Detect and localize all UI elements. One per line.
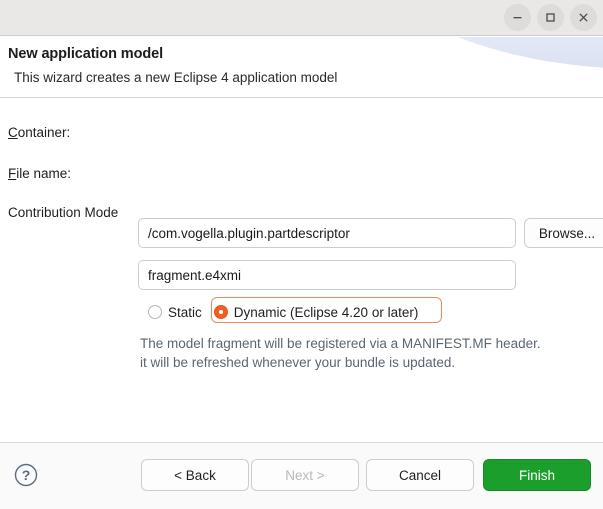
help-button[interactable]: ?: [13, 462, 39, 488]
wizard-header: New application model This wizard create…: [0, 37, 603, 98]
radio-circle-icon: [148, 305, 162, 319]
file-name-input[interactable]: [138, 260, 516, 290]
back-button[interactable]: < Back: [141, 459, 249, 491]
radio-label-static: Static: [168, 304, 202, 320]
container-label: Container:: [8, 125, 71, 140]
cancel-button[interactable]: Cancel: [366, 459, 474, 491]
finish-button[interactable]: Finish: [483, 459, 591, 491]
container-input[interactable]: [138, 218, 516, 248]
contribution-mode-label: Contribution Mode: [8, 205, 119, 220]
maximize-button[interactable]: [537, 4, 564, 31]
contribution-mode-radio-group: Static Dynamic (Eclipse 4.20 or later): [148, 301, 418, 323]
minimize-button[interactable]: [504, 4, 531, 31]
header-banner-decoration: [343, 37, 603, 69]
title-bar: [0, 0, 603, 36]
file-name-label: File name:: [8, 166, 72, 181]
page-title: New application model: [8, 46, 164, 62]
browse-button[interactable]: Browse...: [524, 218, 603, 248]
page-description: This wizard creates a new Eclipse 4 appl…: [14, 70, 338, 85]
radio-circle-selected-icon: [213, 305, 228, 319]
next-button[interactable]: Next >: [251, 459, 359, 491]
minimize-icon: [513, 17, 522, 19]
radio-option-dynamic[interactable]: Dynamic (Eclipse 4.20 or later): [213, 301, 419, 323]
wizard-body: Container: Browse... File name: Contribu…: [0, 98, 603, 442]
close-button[interactable]: [570, 4, 597, 31]
radio-label-dynamic: Dynamic (Eclipse 4.20 or later): [233, 304, 419, 320]
window-controls: [504, 4, 597, 31]
maximize-icon: [546, 13, 555, 22]
help-glyph: ?: [22, 467, 31, 483]
contribution-mode-hint: The model fragment will be registered vi…: [140, 336, 541, 370]
wizard-dialog-window: New application model This wizard create…: [0, 0, 603, 509]
close-icon: [579, 13, 588, 22]
radio-option-static[interactable]: Static: [148, 301, 202, 323]
